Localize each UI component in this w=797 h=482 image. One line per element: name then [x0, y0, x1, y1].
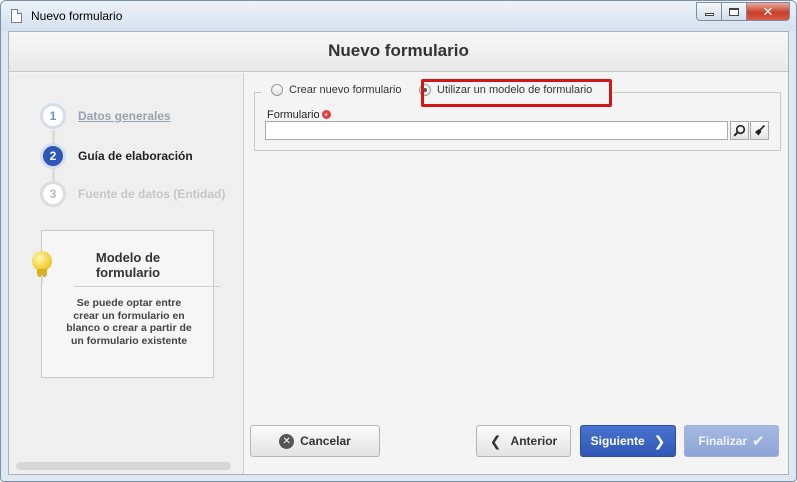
- horizontal-scrollbar[interactable]: [16, 462, 231, 470]
- chevron-right-icon: ❯: [653, 432, 666, 449]
- form-source-group: Crear nuevo formulario Utilizar un model…: [254, 79, 781, 151]
- window-title: Nuevo formulario: [31, 9, 123, 23]
- close-button[interactable]: ✕: [746, 2, 790, 21]
- finish-button[interactable]: Finalizar ✔: [684, 425, 779, 457]
- dialog-window: Nuevo formulario ✕ Nuevo formulario 1 Da…: [0, 0, 797, 482]
- dialog-body: Nuevo formulario 1 Datos generales 2 Guí…: [8, 31, 789, 475]
- eraser-broom-icon: [755, 124, 766, 136]
- cancel-icon: ✕: [279, 433, 295, 449]
- chevron-left-icon: ❮: [489, 432, 502, 449]
- lightbulb-icon: [32, 251, 52, 283]
- tip-box: Modelo de formulario Se puede optar entr…: [41, 230, 220, 378]
- maximize-icon: [729, 7, 739, 16]
- formulario-label: Formulario +: [267, 109, 331, 121]
- tip-divider: [74, 286, 220, 287]
- step-label: Guía de elaboración: [78, 149, 193, 163]
- previous-button[interactable]: ❮ Anterior: [476, 425, 571, 457]
- tip-body: Se puede optar entre crear un formulario…: [66, 297, 192, 347]
- step-fuente-datos: 3 Fuente de datos (Entidad): [40, 180, 225, 208]
- step-number: 2: [40, 143, 66, 169]
- clear-button[interactable]: [750, 121, 769, 140]
- maximize-button[interactable]: [721, 2, 747, 21]
- search-icon: [733, 124, 746, 137]
- cancel-button[interactable]: ✕ Cancelar: [250, 425, 380, 457]
- step-datos-generales[interactable]: 1 Datos generales: [40, 102, 171, 130]
- page-title: Nuevo formulario: [9, 32, 788, 72]
- radio-label: Crear nuevo formulario: [289, 84, 402, 96]
- required-icon: +: [321, 110, 331, 119]
- tip-title: Modelo de formulario: [95, 250, 161, 280]
- radio-unchecked-icon: [271, 84, 283, 96]
- minimize-icon: [704, 13, 714, 16]
- formulario-input[interactable]: [265, 121, 728, 140]
- search-button[interactable]: [730, 121, 749, 140]
- main-panel: Crear nuevo formulario Utilizar un model…: [245, 73, 788, 474]
- title-bar[interactable]: Nuevo formulario ✕: [1, 1, 796, 31]
- step-guia-elaboracion[interactable]: 2 Guía de elaboración: [40, 142, 193, 170]
- checkmark-icon: ✔: [752, 433, 765, 450]
- radio-crear-nuevo-formulario[interactable]: Crear nuevo formulario: [271, 84, 402, 96]
- step-number: 1: [40, 103, 66, 129]
- step-label: Datos generales: [78, 109, 171, 123]
- step-label: Fuente de datos (Entidad): [78, 187, 226, 201]
- minimize-button[interactable]: [696, 2, 722, 21]
- next-button[interactable]: Siguiente ❯: [580, 425, 676, 457]
- highlight-annotation: [421, 79, 612, 107]
- document-icon: [11, 9, 22, 23]
- wizard-sidebar: 1 Datos generales 2 Guía de elaboración …: [9, 73, 244, 474]
- window-controls: ✕: [696, 2, 790, 22]
- step-number: 3: [40, 181, 66, 207]
- close-icon: ✕: [762, 3, 774, 19]
